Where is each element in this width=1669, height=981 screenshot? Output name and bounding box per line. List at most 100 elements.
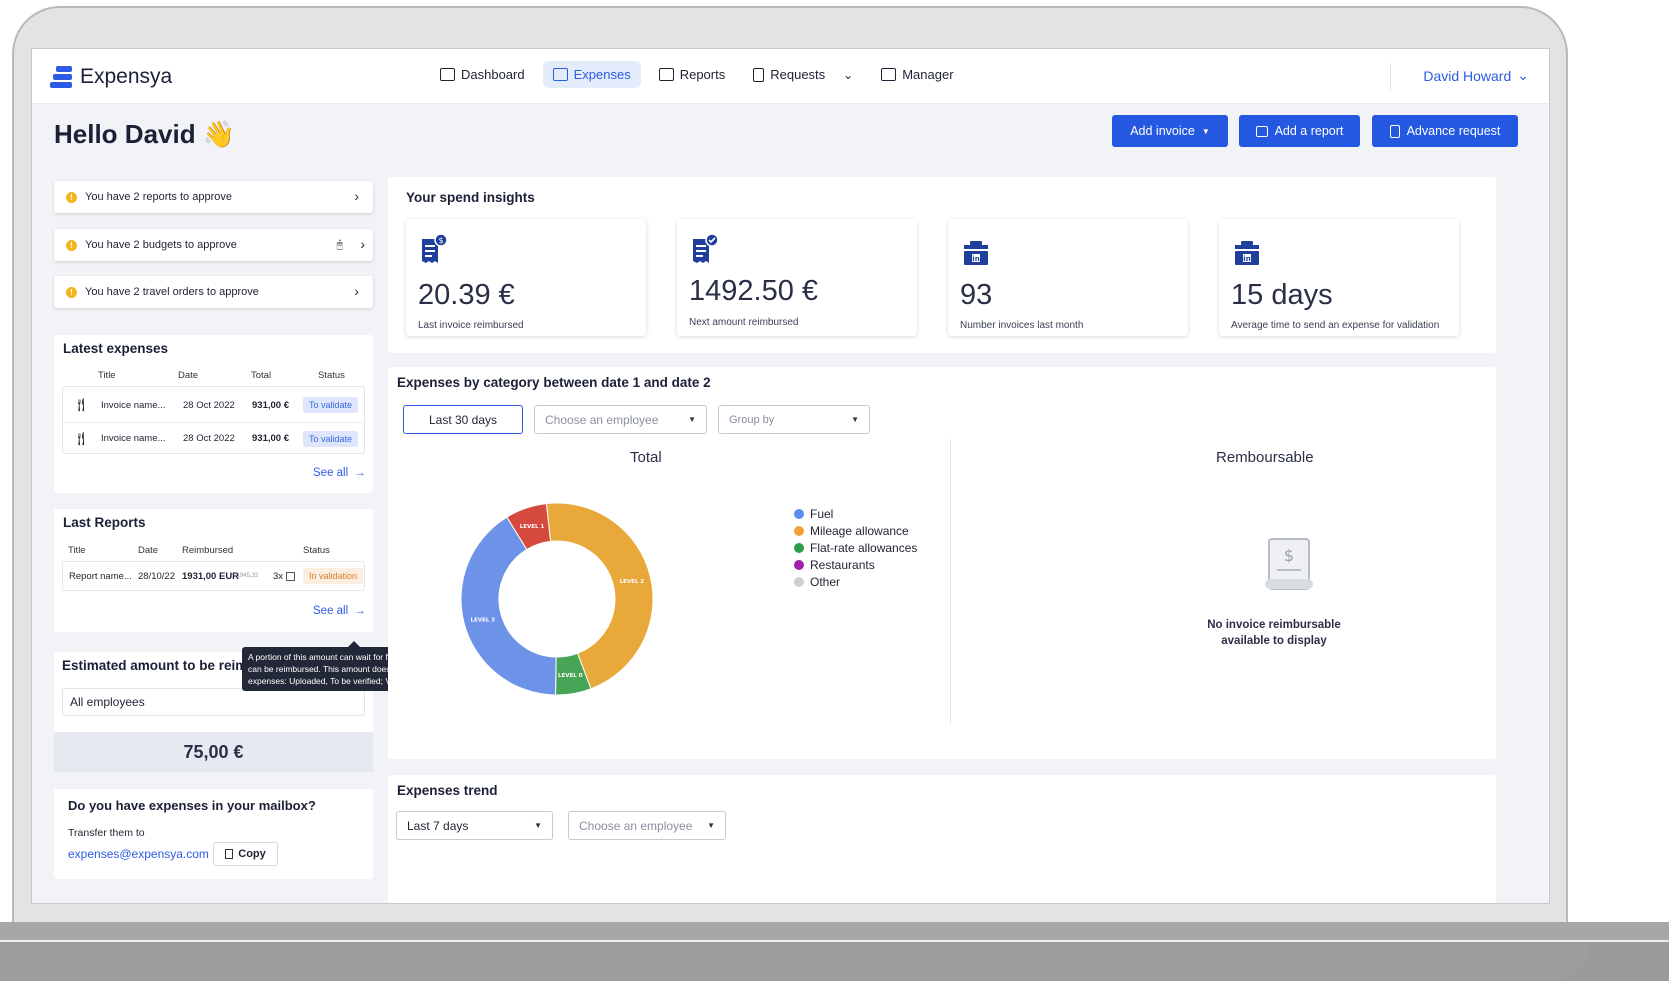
cell-reimbursed-total: /1945,32 xyxy=(235,573,259,579)
greeting-text: Hello David xyxy=(54,119,196,149)
chevron-down-icon[interactable]: ⌄ xyxy=(843,68,853,82)
stat-value: 15 days xyxy=(1231,279,1333,311)
copy-button[interactable]: Copy xyxy=(213,842,278,866)
panel-title: Expenses trend xyxy=(397,783,498,798)
stat-card[interactable]: in 93 Number invoices last month xyxy=(948,219,1188,336)
total-chart-title: Total xyxy=(630,449,662,466)
column-header: Status xyxy=(318,370,345,381)
alert-reports[interactable]: ! You have 2 reports to approve › xyxy=(54,181,373,213)
employee-select[interactable]: All employees xyxy=(62,688,365,716)
nav-label: Reports xyxy=(679,67,726,82)
cell-title: Invoice name... xyxy=(101,433,166,444)
stat-value: 20.39 € xyxy=(418,279,515,311)
alert-travel-orders[interactable]: ! You have 2 travel orders to approve › xyxy=(54,276,373,308)
app-logo[interactable]: Expensya xyxy=(50,65,172,89)
legend-item[interactable]: Flat-rate allowances xyxy=(794,539,917,556)
legend-swatch xyxy=(794,508,804,519)
cell-total: 931,00 € xyxy=(252,399,289,411)
document-plus-icon xyxy=(1389,124,1400,138)
select-value: Last 7 days xyxy=(407,818,469,833)
svg-text:$: $ xyxy=(438,236,443,245)
advance-request-button[interactable]: Advance request xyxy=(1372,115,1518,147)
slice-label: LEVEL 2 xyxy=(620,579,645,585)
button-label: Add invoice xyxy=(1130,124,1195,138)
see-all-reports-link[interactable]: See all → xyxy=(313,605,366,617)
mailbox-subtitle: Transfer them to xyxy=(68,827,145,839)
stat-label: Next amount reimbursed xyxy=(689,317,799,328)
stat-card[interactable]: 1492.50 € Next amount reimbursed xyxy=(677,219,917,336)
app-name: Expensya xyxy=(80,65,173,88)
chevron-right-icon: › xyxy=(354,188,359,204)
legend-item[interactable]: Restaurants xyxy=(794,556,917,573)
select-placeholder: Choose an employee xyxy=(545,412,659,427)
last-reports-card: Last Reports Title Date Reimbursed Statu… xyxy=(54,509,373,632)
add-report-button[interactable]: Add a report xyxy=(1239,115,1360,147)
select-value: All employees xyxy=(70,695,145,709)
empty-line: No invoice reimbursable xyxy=(1207,619,1341,631)
briefcase-icon: in xyxy=(1235,241,1259,265)
folder-plus-icon xyxy=(1255,125,1268,137)
see-all-expenses-link[interactable]: See all → xyxy=(313,467,366,479)
chevron-right-icon: › xyxy=(360,236,365,252)
stat-card[interactable]: $ 20.39 € Last invoice reimbursed xyxy=(406,219,646,336)
mailbox-email-link[interactable]: expenses@expensya.com xyxy=(68,847,209,861)
legend-item[interactable]: Other xyxy=(794,573,917,590)
nav-reports[interactable]: Reports xyxy=(649,61,736,88)
stat-label: Number invoices last month xyxy=(960,320,1084,331)
trend-period-select[interactable]: Last 7 days ▼ xyxy=(396,811,553,840)
nav-label: Expenses xyxy=(573,67,631,82)
stat-label: Last invoice reimbursed xyxy=(418,320,524,331)
slice-label: LEVEL 0 xyxy=(558,673,583,679)
employee-select[interactable]: Choose an employee ▼ xyxy=(534,405,707,434)
table-row[interactable]: 🍴︎ Invoice name... 28 Oct 2022 931,00 € … xyxy=(63,422,364,454)
trend-employee-select[interactable]: Choose an employee ▼ xyxy=(568,811,726,840)
add-invoice-button[interactable]: Add invoice ▼ xyxy=(1112,115,1228,147)
expenses-trend-panel: Expenses trend Last 7 days ▼ Choose an e… xyxy=(388,775,1496,903)
empty-state-text: No invoice reimbursable available to dis… xyxy=(1124,617,1424,649)
nav-label: Dashboard xyxy=(461,67,525,82)
nav-requests[interactable]: Requests ⌄ xyxy=(743,61,863,88)
table-row[interactable]: 🍴︎ Invoice name... 28 Oct 2022 931,00 € … xyxy=(63,389,364,421)
expenses-table: 🍴︎ Invoice name... 28 Oct 2022 931,00 € … xyxy=(62,386,365,454)
empty-invoice-icon: $ xyxy=(1265,538,1313,590)
nav-expenses[interactable]: Expenses xyxy=(542,61,641,88)
legend-swatch xyxy=(794,559,804,570)
legend-swatch xyxy=(794,576,804,587)
legend-item[interactable]: Mileage allowance xyxy=(794,522,917,539)
table-row[interactable]: Report name... 28/10/22 1931,00 EUR /194… xyxy=(63,560,364,592)
chevron-right-icon: › xyxy=(354,283,359,299)
status-badge: To validate xyxy=(303,430,359,447)
receipt-icon: $ xyxy=(422,233,448,263)
select-placeholder: Group by xyxy=(729,413,775,426)
link-label: See all xyxy=(313,605,349,617)
donut-chart: LEVEL 1 LEVEL 2 LEVEL 0 LEVEL 3 xyxy=(460,502,654,696)
logo-icon xyxy=(50,66,72,88)
arrow-right-icon: → xyxy=(354,467,366,479)
nav-manager[interactable]: Manager xyxy=(871,61,963,88)
main-nav: Dashboard Expenses Reports Requests ⌄ Ma… xyxy=(430,61,964,88)
status-badge: To validate xyxy=(303,397,359,413)
estimated-amount: 75,00 € xyxy=(54,732,373,772)
legend-swatch xyxy=(794,542,804,553)
user-menu[interactable]: David Howard ⌄ xyxy=(1423,67,1529,84)
legend-item[interactable]: Fuel xyxy=(794,505,917,522)
card-title: Last Reports xyxy=(63,515,146,530)
user-name: David Howard xyxy=(1423,67,1512,84)
stat-card[interactable]: in 15 days Average time to send an expen… xyxy=(1219,219,1459,336)
alert-budgets[interactable]: ! You have 2 budgets to approve › 🖰 xyxy=(54,229,373,261)
stat-value: 93 xyxy=(960,279,993,311)
chart-legend: Fuel Mileage allowance Flat-rate allowan… xyxy=(794,505,917,590)
nav-dashboard[interactable]: Dashboard xyxy=(430,61,535,88)
donut-slice[interactable] xyxy=(460,516,557,696)
caret-down-icon: ▼ xyxy=(688,415,696,424)
svg-text:in: in xyxy=(1243,255,1250,263)
period-select[interactable]: Last 30 days xyxy=(403,405,523,434)
cell-title: Report name... xyxy=(69,570,132,582)
card-title: Do you have expenses in your mailbox? xyxy=(68,798,316,813)
group-by-select[interactable]: Group by ▼ xyxy=(718,405,870,434)
select-value: Last 30 days xyxy=(428,412,498,427)
column-header: Date xyxy=(138,545,159,556)
alert-text: You have 2 travel orders to approve xyxy=(85,286,259,298)
column-header: Title xyxy=(68,545,86,556)
legend-label: Mileage allowance xyxy=(810,523,909,538)
